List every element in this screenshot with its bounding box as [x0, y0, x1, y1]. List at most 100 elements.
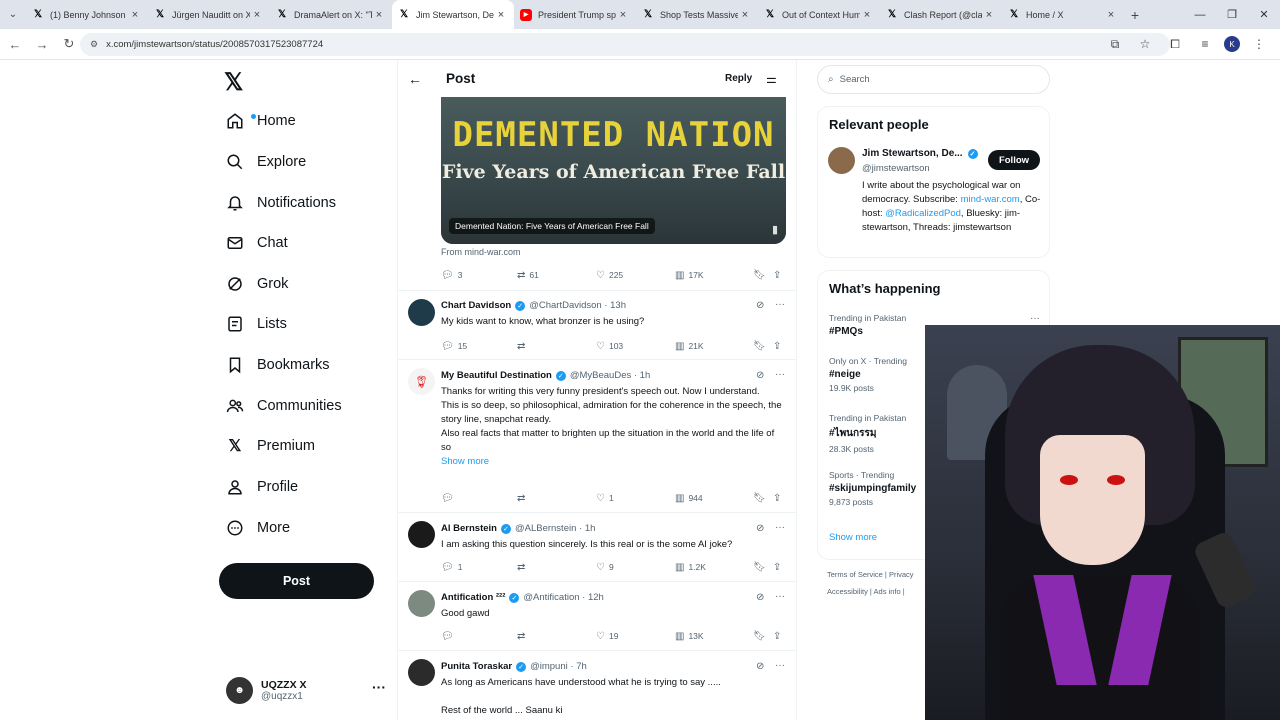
views-action[interactable]: ▥ 17K [675, 270, 704, 281]
account-switcher[interactable]: ☻ UQZZX X @uqzzx1 ··· [226, 673, 386, 707]
repost-action[interactable]: ⇄ [517, 562, 525, 573]
nav-grok[interactable]: Grok [226, 269, 288, 299]
close-icon[interactable]: × [128, 9, 142, 21]
card-source[interactable]: From mind-war.com [441, 247, 521, 257]
nav-premium[interactable]: 𝕏 Premium [226, 431, 315, 461]
show-more-link[interactable]: Show more [829, 532, 877, 543]
reply-tweet[interactable]: Antification ²²² ✓ @Antification · 12h ⊘ ·… [398, 581, 796, 650]
close-icon[interactable]: × [494, 9, 508, 21]
reply-action[interactable]: 💬︎ [441, 631, 454, 642]
tab-7[interactable]: 𝕏Clash Report (@clash× [880, 0, 1002, 29]
more-options-icon[interactable]: ··· [775, 522, 785, 533]
site-info-icon[interactable]: ⚙ [90, 39, 98, 50]
close-icon[interactable]: × [372, 9, 386, 21]
like-action[interactable]: ♡ 9 [596, 562, 614, 573]
reply-action[interactable]: 💬︎ 1 [441, 562, 462, 573]
tab-6[interactable]: 𝕏 Out of Context Huma × [758, 0, 880, 29]
like-action[interactable]: ♡ 1 [596, 493, 614, 504]
close-icon[interactable]: × [860, 9, 874, 21]
grok-icon[interactable]: ⊘ [756, 523, 764, 534]
tab-search-icon[interactable]: ⌄ [0, 0, 26, 29]
minimize-icon[interactable]: — [1184, 0, 1216, 29]
media-icon[interactable]: ≡ [1194, 33, 1216, 55]
post-button[interactable]: Post [219, 563, 374, 599]
more-options-icon[interactable]: ··· [775, 369, 785, 380]
nav-chat[interactable]: Chat [226, 228, 288, 258]
views-action[interactable]: ▥ 21K [675, 341, 704, 352]
trend-item[interactable]: Trending in Pakistan #ไพนกรรมฺ 28.3K pos… [829, 413, 906, 454]
sliders-icon[interactable]: ⚌ [766, 72, 777, 86]
more-options-icon[interactable]: ··· [775, 299, 785, 310]
follow-button[interactable]: Follow [988, 150, 1040, 170]
avatar[interactable] [828, 147, 855, 174]
share-action[interactable]: ⇪ [773, 270, 781, 281]
forward-icon[interactable]: → [30, 32, 54, 56]
tab-5[interactable]: 𝕏Shop Tests Massive T× [636, 0, 758, 29]
install-app-icon[interactable]: ⧉ [1104, 33, 1126, 55]
grok-icon[interactable]: ⊘ [756, 661, 764, 672]
show-more-link[interactable]: Show more [441, 455, 786, 469]
nav-explore[interactable]: Explore [226, 147, 306, 177]
more-options-icon[interactable]: ··· [372, 679, 386, 695]
tab-2[interactable]: 𝕏DramaAlert on X: "The× [270, 0, 392, 29]
tab-0[interactable]: 𝕏(1) Benny Johnson on X× [26, 0, 148, 29]
url-field[interactable]: ⚙ x.com/jimstewartson/status/20085703175… [80, 33, 1170, 56]
like-action[interactable]: ♡ 225 [596, 270, 623, 281]
reply-tweet[interactable]: Chart Davidson ✓ @ChartDavidson · 13h ⊘ ··… [398, 290, 796, 359]
nav-lists[interactable]: Lists [226, 309, 287, 339]
avatar[interactable] [408, 299, 435, 326]
nav-home[interactable]: Home [226, 106, 296, 136]
avatar[interactable] [408, 521, 435, 548]
footer-links[interactable]: Terms of Service | Privacy [827, 570, 914, 579]
reload-icon[interactable]: ↻ [57, 32, 81, 56]
share-action[interactable]: ⇪ [773, 631, 781, 642]
restore-icon[interactable]: ❐ [1216, 0, 1248, 29]
close-window-icon[interactable]: ✕ [1248, 0, 1280, 29]
nav-more[interactable]: More [226, 513, 290, 543]
grok-icon[interactable]: ⊘ [756, 300, 764, 311]
close-icon[interactable]: × [616, 9, 630, 21]
repost-action[interactable]: ⇄ [517, 631, 525, 642]
back-icon[interactable]: ← [3, 32, 27, 56]
more-options-icon[interactable]: ··· [775, 591, 785, 602]
reply-tweet[interactable]: Punita Toraskar ✓ @impuni · 7h ⊘ ··· As lo… [398, 650, 796, 720]
extensions-icon[interactable]: ⧠ [1164, 33, 1186, 55]
tab-8[interactable]: 𝕏 Home / X × [1002, 0, 1124, 29]
nav-profile[interactable]: Profile [226, 472, 298, 502]
share-action[interactable]: ⇪ [773, 493, 781, 504]
trend-item[interactable]: Trending in Pakistan #PMQs [829, 313, 906, 337]
close-icon[interactable]: × [738, 9, 752, 21]
views-action[interactable]: ▥ 944 [675, 493, 703, 504]
tab-3-active[interactable]: 𝕏 Jim Stewartson, Decr × [392, 0, 514, 29]
nav-communities[interactable]: Communities [226, 391, 342, 421]
menu-icon[interactable]: ⋮ [1248, 33, 1270, 55]
profile-avatar[interactable]: K [1224, 36, 1240, 52]
close-icon[interactable]: × [982, 9, 996, 21]
views-action[interactable]: ▥ 13K [675, 631, 704, 642]
bio-link[interactable]: mind-war.com [961, 194, 1020, 205]
share-action[interactable]: ⇪ [773, 562, 781, 573]
close-icon[interactable]: × [1104, 9, 1118, 21]
reply-action[interactable]: 💬︎ 3 [441, 270, 462, 281]
bio-mention-link[interactable]: @RadicalizedPod [885, 208, 961, 219]
back-arrow-icon[interactable]: ← [408, 71, 422, 87]
repost-action[interactable]: ⇄ [517, 493, 525, 504]
repost-action[interactable]: ⇄ [517, 341, 525, 352]
reply-tweet[interactable]: 🌹︎ My Beautiful Destination ✓ @MyBeauDes ·… [398, 359, 796, 512]
bookmark-action[interactable]: 🔖︎ [753, 493, 766, 504]
new-tab-button[interactable]: + [1124, 7, 1146, 23]
bookmark-action[interactable]: 🔖︎ [753, 631, 766, 642]
more-options-icon[interactable]: ··· [775, 660, 785, 671]
like-action[interactable]: ♡ 103 [596, 341, 623, 352]
bookmark-action[interactable]: 🔖︎ [753, 562, 766, 573]
tab-4[interactable]: ▶ President Trump spe × [514, 0, 636, 29]
bookmark-action[interactable]: 🔖︎ [753, 341, 766, 352]
avatar[interactable] [408, 659, 435, 686]
link-card[interactable]: DEMENTED NATION Five Years of American F… [441, 97, 786, 244]
grok-icon[interactable]: ⊘ [756, 592, 764, 603]
search-input[interactable]: ⌕ Search [817, 65, 1050, 94]
views-action[interactable]: ▥ 1.2K [675, 562, 706, 573]
footer-links[interactable]: Accessibility | Ads info | [827, 587, 905, 596]
reply-action[interactable]: 💬︎ [441, 493, 454, 504]
star-icon[interactable]: ☆ [1134, 33, 1156, 55]
